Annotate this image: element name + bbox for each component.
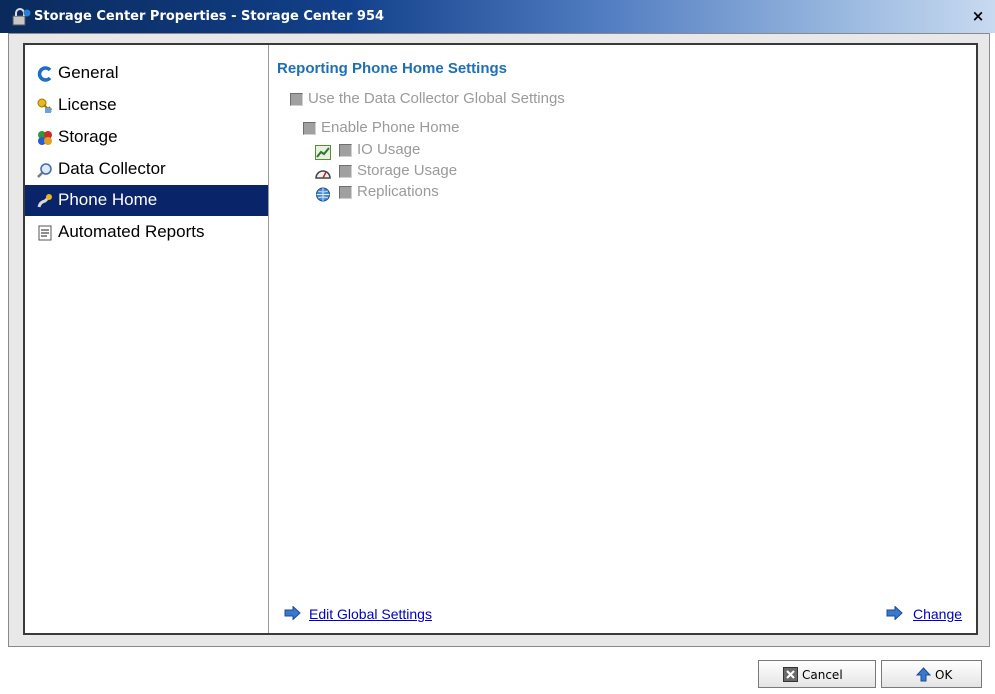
gauge-icon — [315, 170, 331, 179]
arrow-right-icon — [284, 606, 301, 620]
sidebar-item-general[interactable]: General — [25, 58, 268, 89]
sidebar-item-label: Storage — [58, 127, 118, 146]
cancel-icon — [783, 667, 798, 682]
storage-icon — [38, 131, 52, 145]
close-icon[interactable]: × — [970, 9, 986, 25]
sidebar-item-label: License — [58, 95, 117, 114]
checkbox-box[interactable] — [303, 122, 316, 135]
ok-button[interactable]: OK — [881, 660, 982, 688]
sidebar-item-label: General — [58, 63, 119, 82]
section-heading: Reporting Phone Home Settings — [277, 60, 508, 77]
arrow-right-icon — [886, 606, 903, 620]
license-key-icon — [37, 98, 53, 113]
sidebar-item-license[interactable]: License — [25, 90, 268, 121]
sidebar-item-data-collector[interactable]: Data Collector — [25, 154, 268, 185]
sidebar-item-automated-reports[interactable]: Automated Reports — [25, 217, 268, 248]
edit-global-settings-link[interactable]: Edit Global Settings — [309, 606, 432, 622]
change-link[interactable]: Change — [913, 606, 962, 622]
sidebar-item-storage[interactable]: Storage — [25, 122, 268, 153]
checkbox-box[interactable] — [339, 186, 352, 199]
checkbox-label: Enable Phone Home — [321, 119, 460, 136]
checkbox-box[interactable] — [339, 144, 352, 157]
title-bar: Storage Center Properties - Storage Cent… — [0, 0, 995, 33]
storage-center-icon — [12, 8, 31, 26]
checkbox-label: Storage Usage — [357, 162, 458, 179]
checkbox-box[interactable] — [290, 93, 303, 106]
checkbox-label: Use the Data Collector Global Settings — [308, 90, 565, 107]
checkbox-label: IO Usage — [357, 141, 421, 158]
cancel-button[interactable]: Cancel — [758, 660, 876, 688]
phone-home-icon — [37, 194, 52, 208]
sidebar-item-label: Automated Reports — [58, 222, 205, 241]
ok-label: OK — [935, 668, 953, 682]
sidebar-item-phone-home[interactable]: Phone Home — [25, 185, 268, 216]
report-icon — [38, 225, 52, 241]
checkbox-label: Replications — [357, 183, 439, 200]
sidebar: General License Storage Data Collector P… — [25, 45, 269, 633]
sidebar-item-label: Data Collector — [58, 159, 166, 178]
sidebar-item-label: Phone Home — [58, 190, 158, 209]
checkbox-box[interactable] — [339, 165, 352, 178]
window-title: Storage Center Properties - Storage Cent… — [34, 9, 385, 24]
settings-content: Reporting Phone Home Settings Use the Da… — [269, 45, 976, 633]
data-collector-icon — [37, 163, 52, 178]
cancel-label: Cancel — [802, 668, 843, 682]
globe-icon — [316, 187, 330, 202]
general-icon — [37, 66, 52, 82]
arrow-up-icon — [916, 667, 931, 682]
chart-icon — [315, 145, 331, 160]
properties-panel: General License Storage Data Collector P… — [23, 43, 978, 635]
